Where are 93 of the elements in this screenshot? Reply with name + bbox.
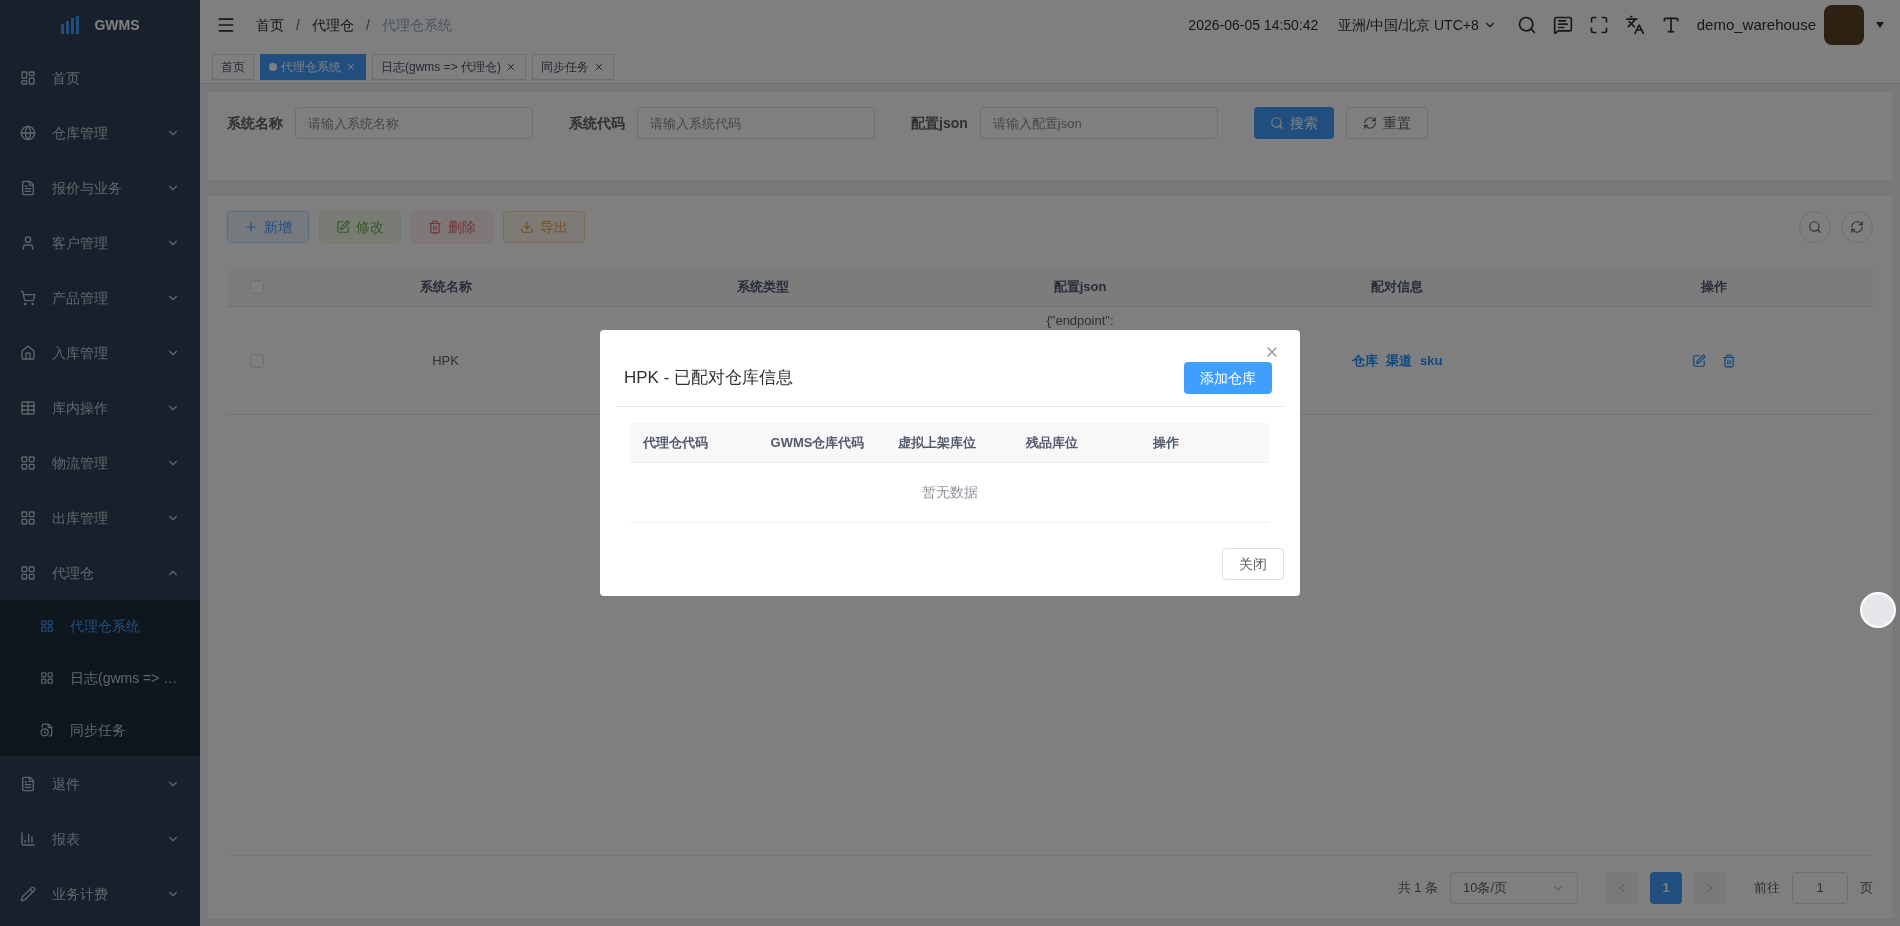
close-button[interactable]: 关闭 [1222, 548, 1284, 580]
column-header: 操作 [1701, 277, 1728, 296]
column-header: 系统类型 [736, 277, 789, 296]
empty-text: 暂无数据 [922, 483, 978, 502]
breadcrumb-separator: / [296, 16, 300, 35]
column-header: GWMS仓库代码 [770, 433, 865, 452]
document-icon [20, 179, 36, 196]
grid-icon [40, 619, 54, 633]
field-label: 系统名称 [227, 114, 283, 133]
field-label: 系统代码 [569, 114, 625, 133]
column-header: 操作 [1153, 433, 1180, 452]
sidebar-item[interactable]: 业务计费 [0, 866, 200, 921]
submenu-item[interactable]: 同步任务 [0, 704, 200, 756]
refresh-icon [1362, 116, 1377, 130]
page-number[interactable]: 1 [1650, 871, 1682, 904]
sidebar-item[interactable]: 首页 [0, 50, 200, 105]
field-label: 配置json [911, 114, 968, 133]
grid-icon [20, 509, 36, 526]
dashboard-icon [20, 69, 36, 86]
grid-icon [40, 671, 54, 685]
edit-icon[interactable] [1692, 353, 1707, 368]
refresh-icon [1850, 220, 1864, 234]
column-header: 代理仓代码 [643, 433, 708, 452]
table-cell-text: {"endpoint": [1046, 312, 1114, 330]
reset-button[interactable]: 重置 [1345, 107, 1428, 139]
total-count: 共 1 条 [1397, 878, 1438, 897]
user-icon [20, 234, 36, 251]
grid-icon [20, 564, 36, 581]
sidebar-item[interactable]: 入库管理 [0, 325, 200, 380]
trash-icon [428, 220, 442, 234]
trash-icon[interactable] [1722, 353, 1737, 368]
add-warehouse-button[interactable]: 添加仓库 [1184, 362, 1272, 394]
sidebar-item[interactable]: 物流管理 [0, 435, 200, 490]
column-header: 配对信息 [1371, 277, 1424, 296]
logo-text: GWMS [94, 16, 140, 35]
grid-icon [20, 454, 36, 471]
caret-down-icon[interactable] [1876, 22, 1884, 28]
column-header: 系统名称 [419, 277, 472, 296]
toolbar-button[interactable]: 导出 [503, 211, 585, 243]
table-link[interactable]: 渠道 [1386, 350, 1412, 371]
page-tab[interactable]: 首页 [212, 53, 254, 80]
page-tab[interactable]: 代理仓系统 [260, 53, 366, 80]
sidebar-item[interactable]: 出库管理 [0, 490, 200, 545]
download-icon [520, 220, 534, 234]
edit-icon [336, 220, 350, 234]
table-link[interactable]: sku [1420, 350, 1443, 371]
page-tab[interactable]: 日志(gwms => 代理仓) [372, 53, 526, 80]
table-icon [20, 399, 36, 416]
search-icon[interactable] [1516, 15, 1537, 35]
page-size-select[interactable]: 10条/页 [1450, 871, 1578, 904]
search-icon [1269, 116, 1284, 130]
search-icon [1808, 220, 1822, 234]
sidebar-item[interactable]: 退件 [0, 756, 200, 811]
breadcrumb-item[interactable]: 首页 [256, 15, 284, 35]
sidebar-item[interactable]: 库内操作 [0, 380, 200, 435]
goto-label: 前往 [1754, 878, 1780, 897]
table-cell-text: HPK [432, 351, 459, 370]
sidebar-item[interactable]: 代理仓 [0, 545, 200, 600]
document-icon [20, 775, 36, 792]
submenu-item[interactable]: 日志(gwms => … [0, 652, 200, 704]
menu-icon[interactable] [216, 15, 236, 35]
clock-document-icon [40, 723, 54, 737]
page-tab[interactable]: 同步任务 [532, 53, 614, 80]
column-header: 残品库位 [1025, 433, 1078, 452]
bar-chart-icon [20, 830, 36, 847]
goto-page-input[interactable]: 1 [1792, 871, 1848, 904]
chat-icon[interactable] [1552, 15, 1573, 35]
translate-icon[interactable] [1624, 15, 1645, 35]
sidebar-item[interactable]: 报表 [0, 811, 200, 866]
fullscreen-icon[interactable] [1588, 15, 1609, 35]
plus-icon [244, 220, 258, 234]
sidebar-item[interactable]: 产品管理 [0, 270, 200, 325]
username[interactable]: demo_warehouse [1696, 13, 1816, 37]
pencil-icon [20, 885, 36, 902]
search-button[interactable]: 搜索 [1253, 107, 1334, 139]
table-link[interactable]: 仓库 [1352, 350, 1378, 371]
sidebar-item[interactable]: 报价与业务 [0, 160, 200, 215]
submenu-item[interactable]: 代理仓系统 [0, 600, 200, 652]
house-icon [20, 344, 36, 361]
column-header: 虚拟上架库位 [898, 433, 977, 452]
avatar[interactable] [1824, 5, 1864, 45]
cart-icon [20, 289, 36, 306]
page-suffix: 页 [1860, 878, 1873, 897]
toolbar-button[interactable]: 新增 [227, 211, 309, 243]
breadcrumb-item[interactable]: 代理仓 [311, 15, 354, 35]
date-time: 2026-06-05 14:50:42 [1188, 16, 1319, 35]
breadcrumb-separator: / [365, 16, 370, 35]
globe-icon [20, 124, 36, 141]
dialog-title: HPK - 已配对仓库信息 [624, 367, 794, 390]
sidebar-item[interactable]: 仓库管理 [0, 105, 200, 160]
sidebar-item[interactable]: 客户管理 [0, 215, 200, 270]
column-header: 配置json [1053, 277, 1107, 296]
timezone-select[interactable]: 亚洲/中国/北京 UTC+8 [1338, 15, 1497, 35]
